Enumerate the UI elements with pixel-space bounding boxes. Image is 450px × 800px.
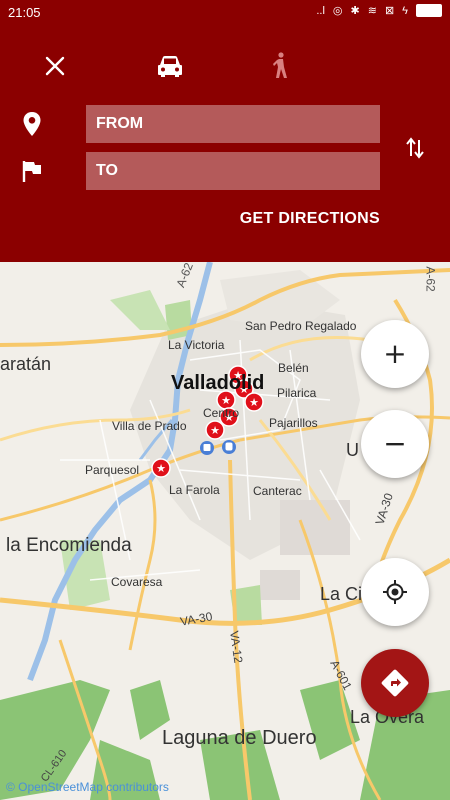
get-directions-button[interactable]: GET DIRECTIONS [240,210,380,228]
status-bar: 21:05 ..l ◎ ✱ ≋ ⊠ ϟ [0,0,450,26]
map-label-canterac: Canterac [253,484,302,498]
battery-icon [416,4,442,17]
swap-button[interactable] [391,124,439,172]
route-panel: GET DIRECTIONS [0,26,450,262]
car-mode-button[interactable] [146,42,194,90]
charging-icon: ϟ [402,4,408,17]
car-icon [158,56,182,77]
my-location-icon [383,580,407,604]
plus-icon: + [383,337,407,370]
walk-icon [273,52,287,78]
zoom-out-button[interactable]: − [361,410,429,478]
directions-fab[interactable] [361,649,429,717]
map-label-covaresa: Covaresa [111,575,163,589]
map-attribution[interactable]: © OpenStreetMap contributors [6,780,169,794]
poi-marker[interactable]: ★ [151,458,171,478]
walk-mode-button[interactable] [256,42,304,90]
status-time: 21:05 [8,5,41,20]
no-sim-icon: ⊠ [384,5,395,17]
signal-icon: ..l [316,4,325,17]
destination-flag-icon [17,156,47,186]
svg-text:★: ★ [249,396,259,409]
close-button[interactable] [31,42,79,90]
my-location-button[interactable] [361,558,429,626]
from-pin-icon [17,109,47,139]
bus-station-icon [200,441,214,455]
svg-text:★: ★ [156,462,166,475]
status-icons: ..l ◎ ✱ ≋ ⊠ ϟ [316,4,442,17]
map-label-belen: Belén [278,361,309,375]
poi-marker[interactable]: ★ [205,420,225,440]
map-label-san-pedro: San Pedro Regalado [245,319,357,333]
map-label-u: U [346,440,359,460]
train-station-icon [222,440,236,454]
bluetooth-icon: ✱ [350,5,360,17]
poi-marker[interactable]: ★ [244,392,264,412]
to-input[interactable] [86,152,380,190]
swap-icon [406,137,424,159]
map-label-centro: Centro [203,406,240,420]
svg-text:★: ★ [210,424,220,437]
map-label-la-farola: La Farola [169,483,220,497]
road-label-a62-right: A-62 [423,266,438,292]
zoom-in-button[interactable]: + [361,320,429,388]
wifi-icon: ≋ [367,5,377,17]
close-icon [45,56,65,76]
from-input[interactable] [86,105,380,143]
map-label-encomienda: la Encomienda [6,535,132,556]
map-label-laguna: Laguna de Duero [162,727,317,749]
map-label-aratan: aratán [0,354,52,374]
sync-icon: ◎ [332,5,343,17]
directions-icon [381,669,409,697]
map-label-pilarica: Pilarica [277,386,317,400]
map-label-pajarillos: Pajarillos [269,416,318,430]
map-label-city: Valladolid [171,372,265,394]
map-label-parquesol: Parquesol [85,463,140,477]
map-label-villa-prado: Villa de Prado [112,419,187,433]
map-label-la-victoria: La Victoria [168,338,225,352]
minus-icon: − [383,427,407,460]
